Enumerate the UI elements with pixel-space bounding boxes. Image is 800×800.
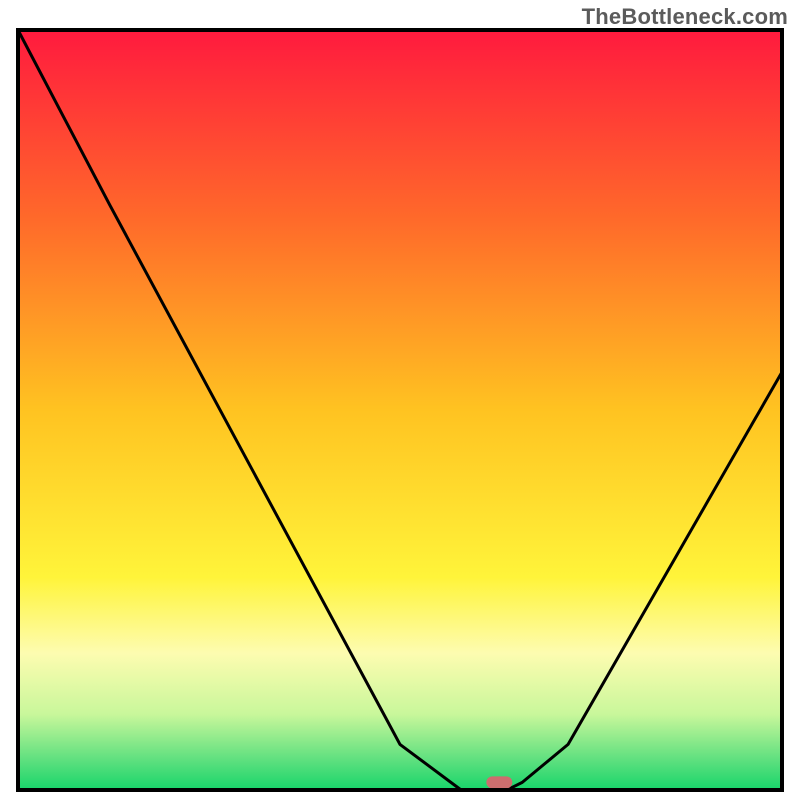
optimal-point-marker: [486, 776, 512, 788]
chart-background: [18, 30, 782, 790]
watermark-text: TheBottleneck.com: [582, 4, 788, 30]
bottleneck-chart: [0, 0, 800, 800]
chart-container: TheBottleneck.com: [0, 0, 800, 800]
